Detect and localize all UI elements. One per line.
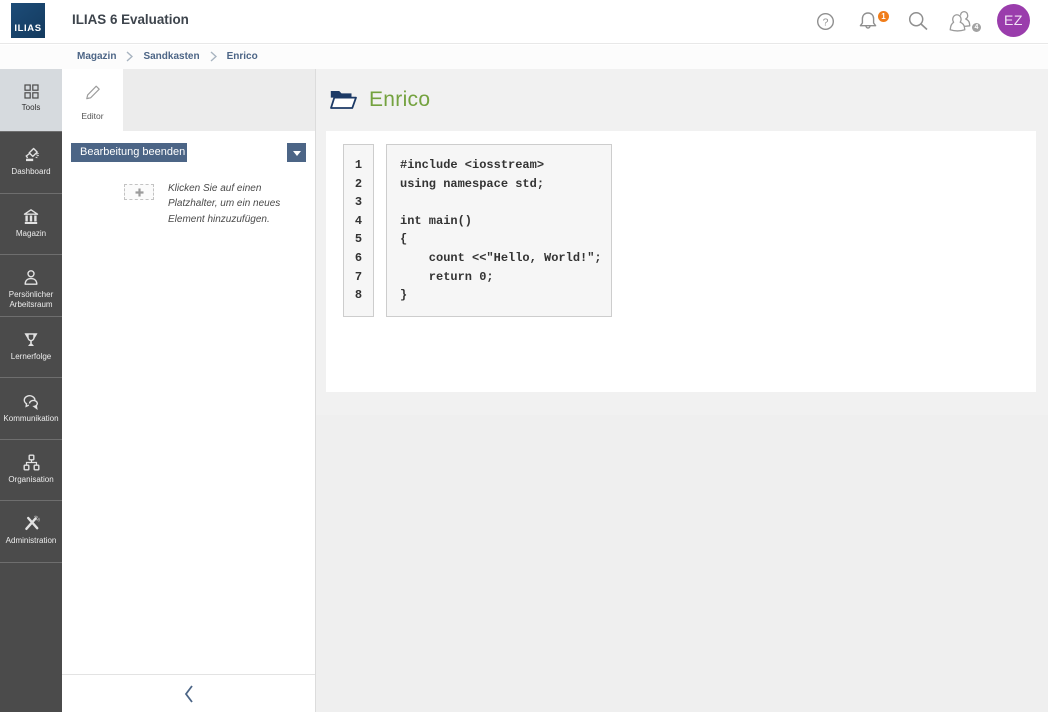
svg-text:?: ?	[823, 16, 829, 28]
